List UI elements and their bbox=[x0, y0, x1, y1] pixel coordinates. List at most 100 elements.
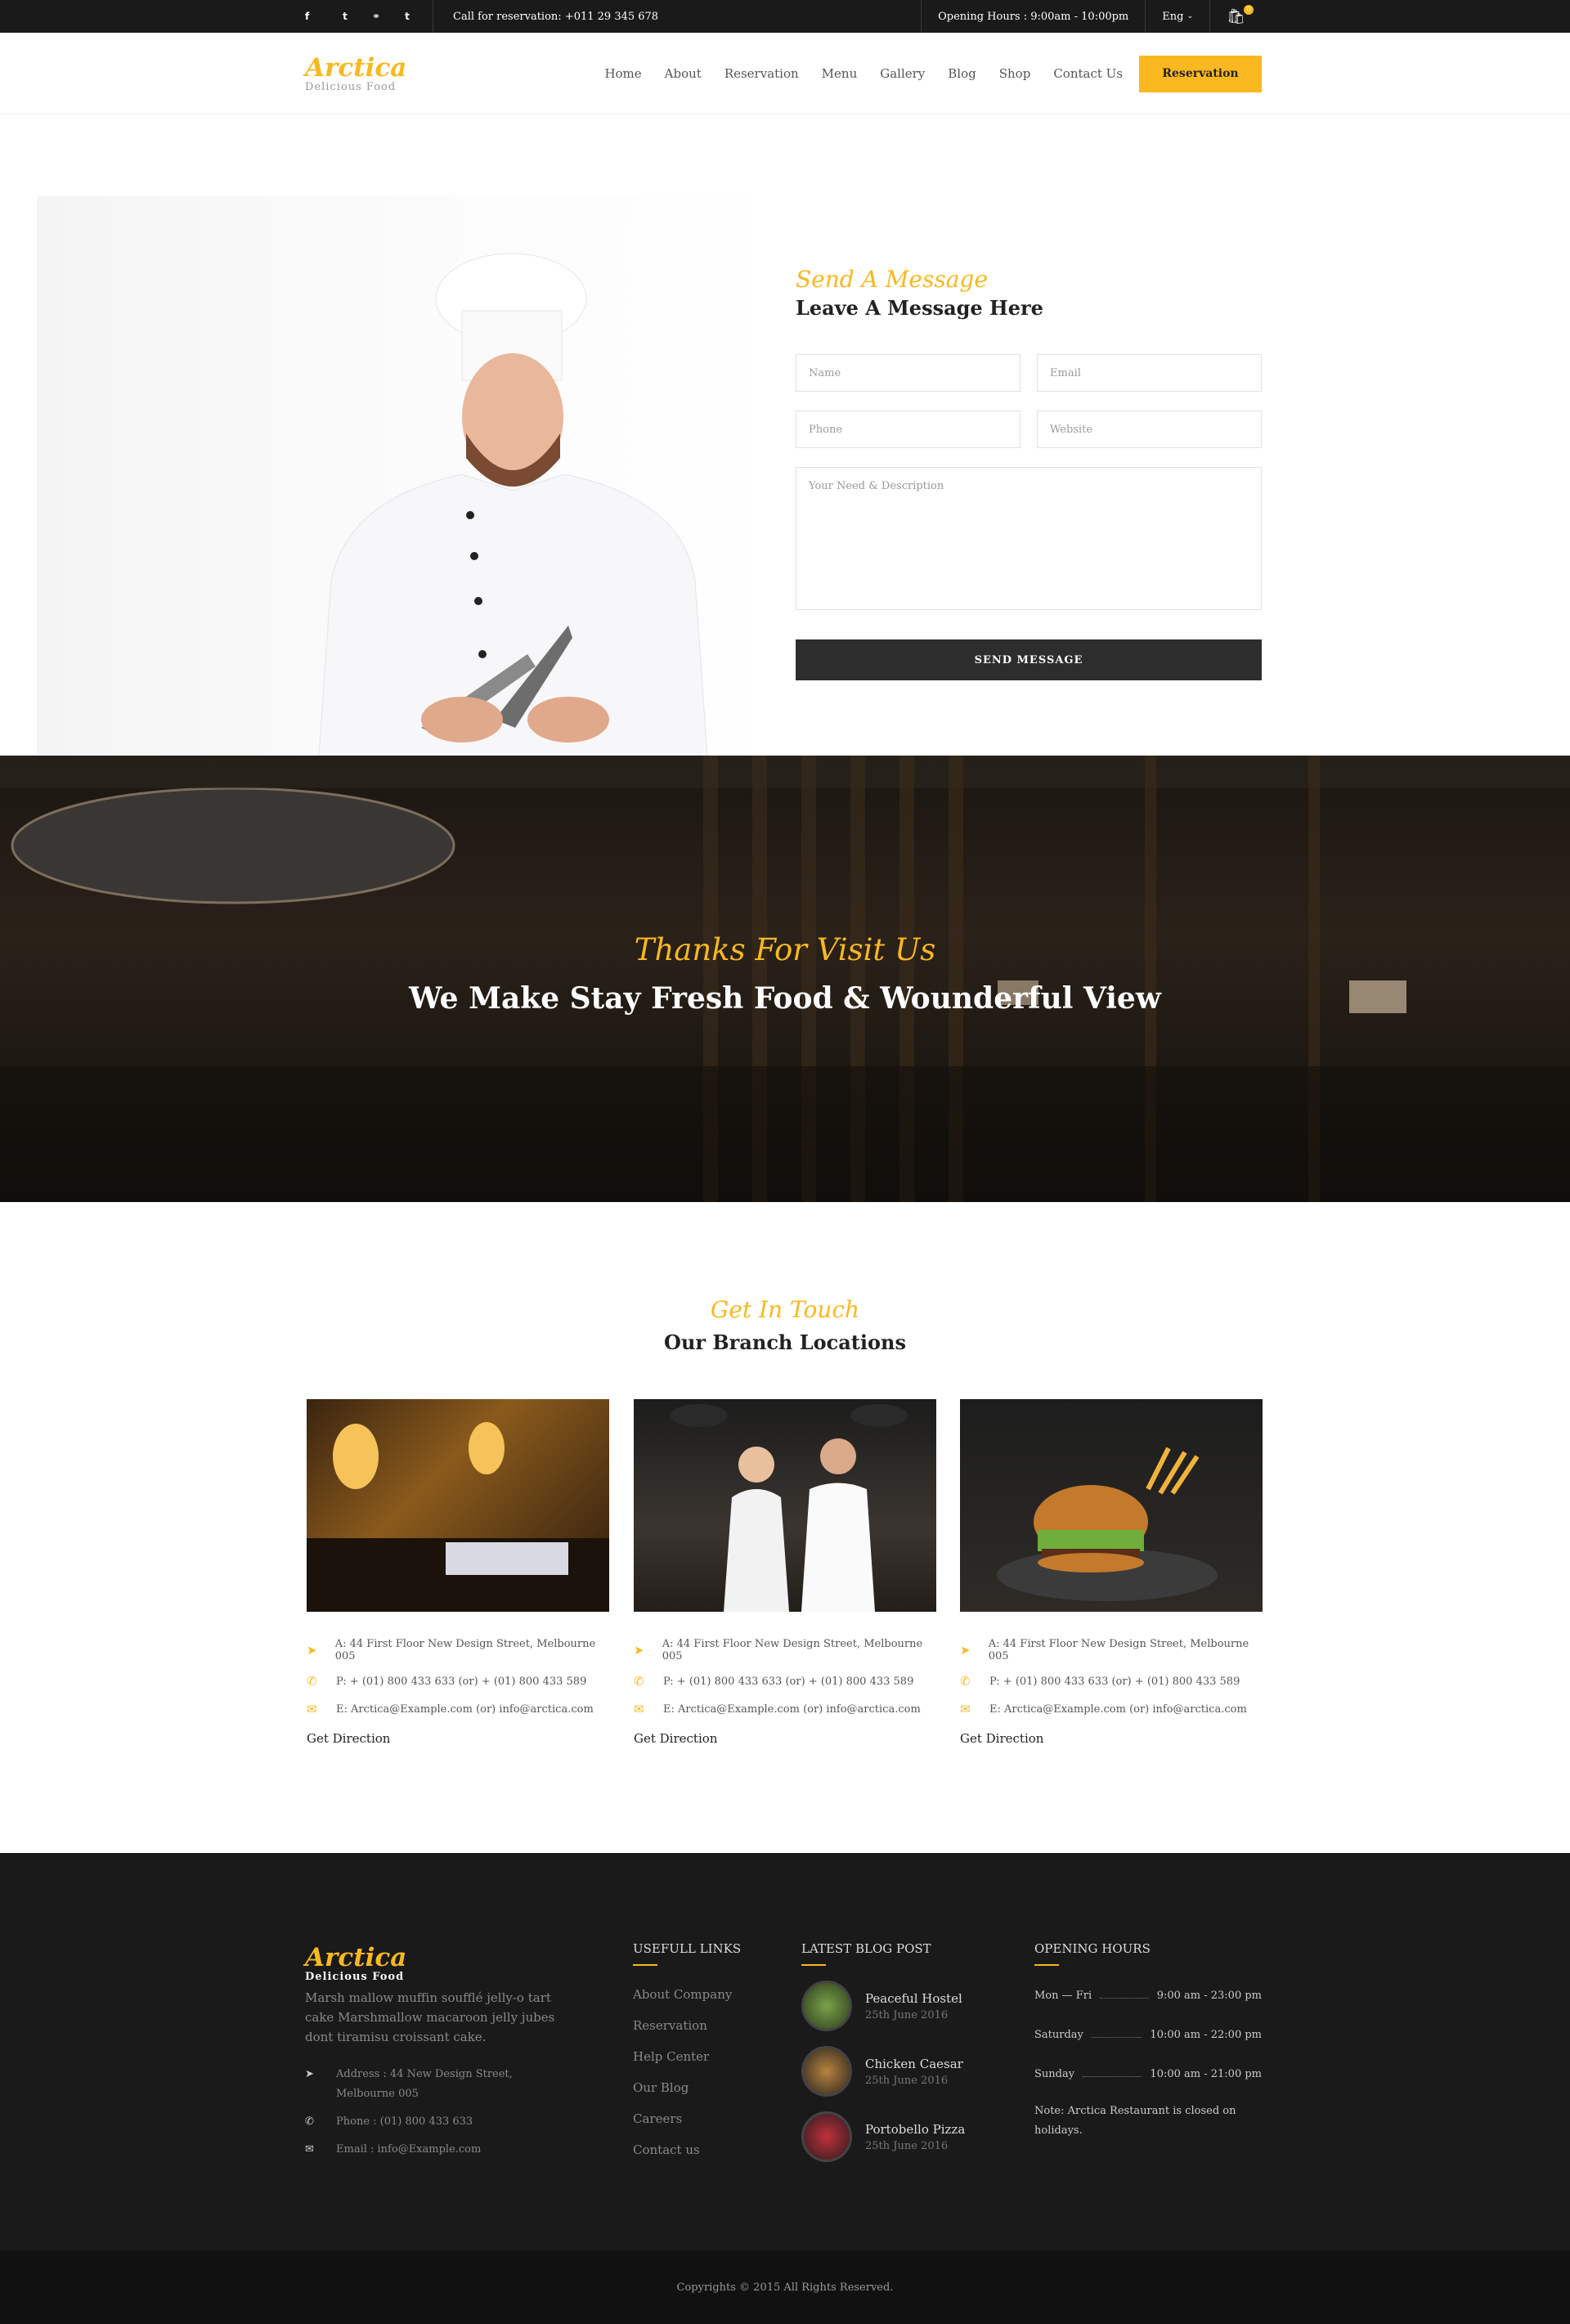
chevron-down-icon: ⌄ bbox=[1186, 12, 1194, 20]
nav-reservation[interactable]: Reservation bbox=[724, 66, 799, 81]
blog-post-date: 25th June 2016 bbox=[865, 2139, 949, 2152]
description-field[interactable]: Your Need & Description bbox=[796, 467, 1262, 610]
footer-link-contact[interactable]: Contact us bbox=[633, 2134, 741, 2165]
hours-time: 10:00 am - 21:00 pm bbox=[1150, 2067, 1262, 2080]
footer-about: Arctica Delicious Food Marsh mallow muff… bbox=[305, 1945, 583, 2160]
banner-title: We Make Stay Fresh Food & Wounderful Vie… bbox=[409, 981, 1161, 1016]
blog-post-title: Portobello Pizza bbox=[865, 2121, 966, 2137]
form-script-title: Send A Message bbox=[796, 266, 988, 293]
envelope-icon: ✉ bbox=[305, 2143, 314, 2156]
shopping-bag-icon: 🛍 bbox=[1227, 7, 1245, 25]
branch-card: ➤ A: 44 First Floor New Design Street, Me… bbox=[307, 1399, 609, 1746]
branch-phone: P: + (01) 800 433 633 (or) + (01) 800 43… bbox=[663, 1675, 914, 1688]
social-links: f t ⚭ t bbox=[305, 0, 433, 33]
footer-link-reservation[interactable]: Reservation bbox=[633, 2010, 741, 2041]
nav-home[interactable]: Home bbox=[604, 66, 641, 81]
paper-plane-icon: ➤ bbox=[305, 2068, 314, 2080]
website-field[interactable]: Website bbox=[1037, 411, 1262, 448]
main-header: Arctica Delicious Food Home About Reserv… bbox=[0, 33, 1570, 114]
twitter-icon[interactable]: t bbox=[330, 11, 361, 22]
hours-day: Sunday bbox=[1034, 2067, 1075, 2080]
hours-day: Mon — Fri bbox=[1034, 1989, 1092, 2002]
reservation-phone: Call for reservation: +011 29 345 678 bbox=[453, 10, 659, 23]
blog-thumb bbox=[801, 1981, 852, 2031]
email-field[interactable]: Email bbox=[1037, 354, 1262, 392]
name-field[interactable]: Name bbox=[796, 354, 1020, 392]
branch-phone: P: + (01) 800 433 633 (or) + (01) 800 43… bbox=[989, 1675, 1240, 1688]
branch-email: E: Arctica@Example.com (or) info@arctica… bbox=[989, 1703, 1247, 1716]
paper-plane-icon: ➤ bbox=[960, 1643, 971, 1658]
banner-script: Thanks For Visit Us bbox=[634, 932, 936, 967]
main-nav: Home About Reservation Menu Gallery Blog… bbox=[581, 66, 1123, 81]
nav-shop[interactable]: Shop bbox=[999, 66, 1031, 81]
reservation-button[interactable]: Reservation bbox=[1139, 55, 1262, 92]
footer-email: Email : info@Example.com bbox=[336, 2143, 482, 2156]
phone-icon: ✆ bbox=[307, 1674, 317, 1689]
hours-time: 10:00 am - 22:00 pm bbox=[1150, 2028, 1262, 2041]
logo[interactable]: Arctica Delicious Food bbox=[305, 55, 581, 93]
footer-link-careers[interactable]: Careers bbox=[633, 2103, 741, 2134]
branch-image-burger bbox=[960, 1399, 1263, 1612]
footer-link-help[interactable]: Help Center bbox=[633, 2041, 741, 2072]
tumblr-icon[interactable]: t bbox=[392, 11, 423, 22]
copyright-bar: Copyrights © 2015 All Rights Reserved. bbox=[0, 2250, 1570, 2324]
top-bar: f t ⚭ t Call for reservation: +011 29 34… bbox=[0, 0, 1570, 33]
blog-post-date: 25th June 2016 bbox=[865, 2008, 949, 2021]
branches-title: Our Branch Locations bbox=[664, 1330, 906, 1354]
nav-gallery[interactable]: Gallery bbox=[880, 66, 925, 81]
blog-post[interactable]: Peaceful Hostel 25th June 2016 bbox=[801, 1981, 965, 2031]
footer-links-title: USEFULL LINKS bbox=[633, 1941, 742, 1956]
chef-image bbox=[37, 196, 777, 756]
phone-icon: ✆ bbox=[634, 1674, 644, 1689]
envelope-icon: ✉ bbox=[307, 1702, 317, 1716]
hours-row: Sunday 10:00 am - 21:00 pm bbox=[1034, 2054, 1262, 2093]
facebook-icon[interactable]: f bbox=[305, 11, 330, 22]
get-direction-link[interactable]: Get Direction bbox=[960, 1731, 1263, 1746]
hours-day: Saturday bbox=[1034, 2028, 1083, 2041]
branch-address: A: 44 First Floor New Design Street, Mel… bbox=[334, 1638, 596, 1662]
hours-row: Mon — Fri 9:00 am - 23:00 pm bbox=[1034, 1976, 1262, 2015]
closed-note: Note: Arctica Restaurant is closed on ho… bbox=[1034, 2105, 1236, 2137]
branch-email: E: Arctica@Example.com (or) info@arctica… bbox=[336, 1703, 594, 1716]
nav-about[interactable]: About bbox=[665, 66, 702, 81]
nav-menu[interactable]: Menu bbox=[822, 66, 858, 81]
language-label: Eng bbox=[1162, 10, 1184, 23]
send-message-button[interactable]: SEND MESSAGE bbox=[796, 639, 1262, 680]
footer-divider bbox=[633, 1964, 657, 1966]
envelope-icon: ✉ bbox=[960, 1702, 971, 1716]
footer-logo[interactable]: Arctica Delicious Food bbox=[305, 1945, 583, 1983]
footer-blog-title: LATEST BLOG POST bbox=[801, 1941, 931, 1956]
blog-post-title: Peaceful Hostel bbox=[865, 1990, 962, 2006]
contact-section: Send A Message Leave A Message Here Name… bbox=[0, 114, 1570, 756]
footer-link-about[interactable]: About Company bbox=[633, 1979, 741, 2010]
footer-description: Marsh mallow muffin soufflé jelly-o tart… bbox=[305, 1990, 555, 2044]
blog-post[interactable]: Chicken Caesar 25th June 2016 bbox=[801, 2046, 965, 2097]
footer-link-blog[interactable]: Our Blog bbox=[633, 2072, 741, 2103]
get-direction-link[interactable]: Get Direction bbox=[634, 1731, 936, 1746]
footer-hours-title: OPENING HOURS bbox=[1034, 1941, 1151, 1956]
branch-image-dining bbox=[307, 1399, 609, 1612]
cart-button[interactable]: 🛍 0 bbox=[1209, 0, 1262, 33]
paper-plane-icon: ➤ bbox=[307, 1643, 317, 1658]
branch-card: ➤ A: 44 First Floor New Design Street, Me… bbox=[960, 1399, 1263, 1746]
nav-contact[interactable]: Contact Us bbox=[1053, 66, 1123, 81]
message-form: Send A Message Leave A Message Here Name… bbox=[796, 266, 1262, 680]
language-select[interactable]: Eng ⌄ bbox=[1145, 0, 1209, 33]
restaurant-banner: Thanks For Visit Us We Make Stay Fresh F… bbox=[0, 756, 1570, 1202]
branch-phone: P: + (01) 800 433 633 (or) + (01) 800 43… bbox=[336, 1675, 587, 1688]
footer-address-line2: Melbourne 005 bbox=[336, 2088, 419, 2100]
blog-thumb bbox=[801, 2111, 852, 2162]
get-direction-link[interactable]: Get Direction bbox=[307, 1731, 609, 1746]
hours-row: Saturday 10:00 am - 22:00 pm bbox=[1034, 2015, 1262, 2054]
tripadvisor-icon[interactable]: ⚭ bbox=[361, 11, 392, 22]
form-title: Leave A Message Here bbox=[796, 296, 1043, 320]
phone-field[interactable]: Phone bbox=[796, 411, 1020, 448]
phone-icon: ✆ bbox=[305, 2115, 314, 2128]
blog-post[interactable]: Portobello Pizza 25th June 2016 bbox=[801, 2111, 965, 2162]
opening-hours: Opening Hours : 9:00am - 10:00pm bbox=[921, 0, 1145, 33]
footer-divider bbox=[1034, 1964, 1059, 1966]
nav-blog[interactable]: Blog bbox=[948, 66, 976, 81]
restaurant-interior-image bbox=[0, 756, 1570, 1202]
branch-email: E: Arctica@Example.com (or) info@arctica… bbox=[663, 1703, 921, 1716]
footer-links: USEFULL LINKS About Company Reservation … bbox=[633, 1941, 741, 2165]
